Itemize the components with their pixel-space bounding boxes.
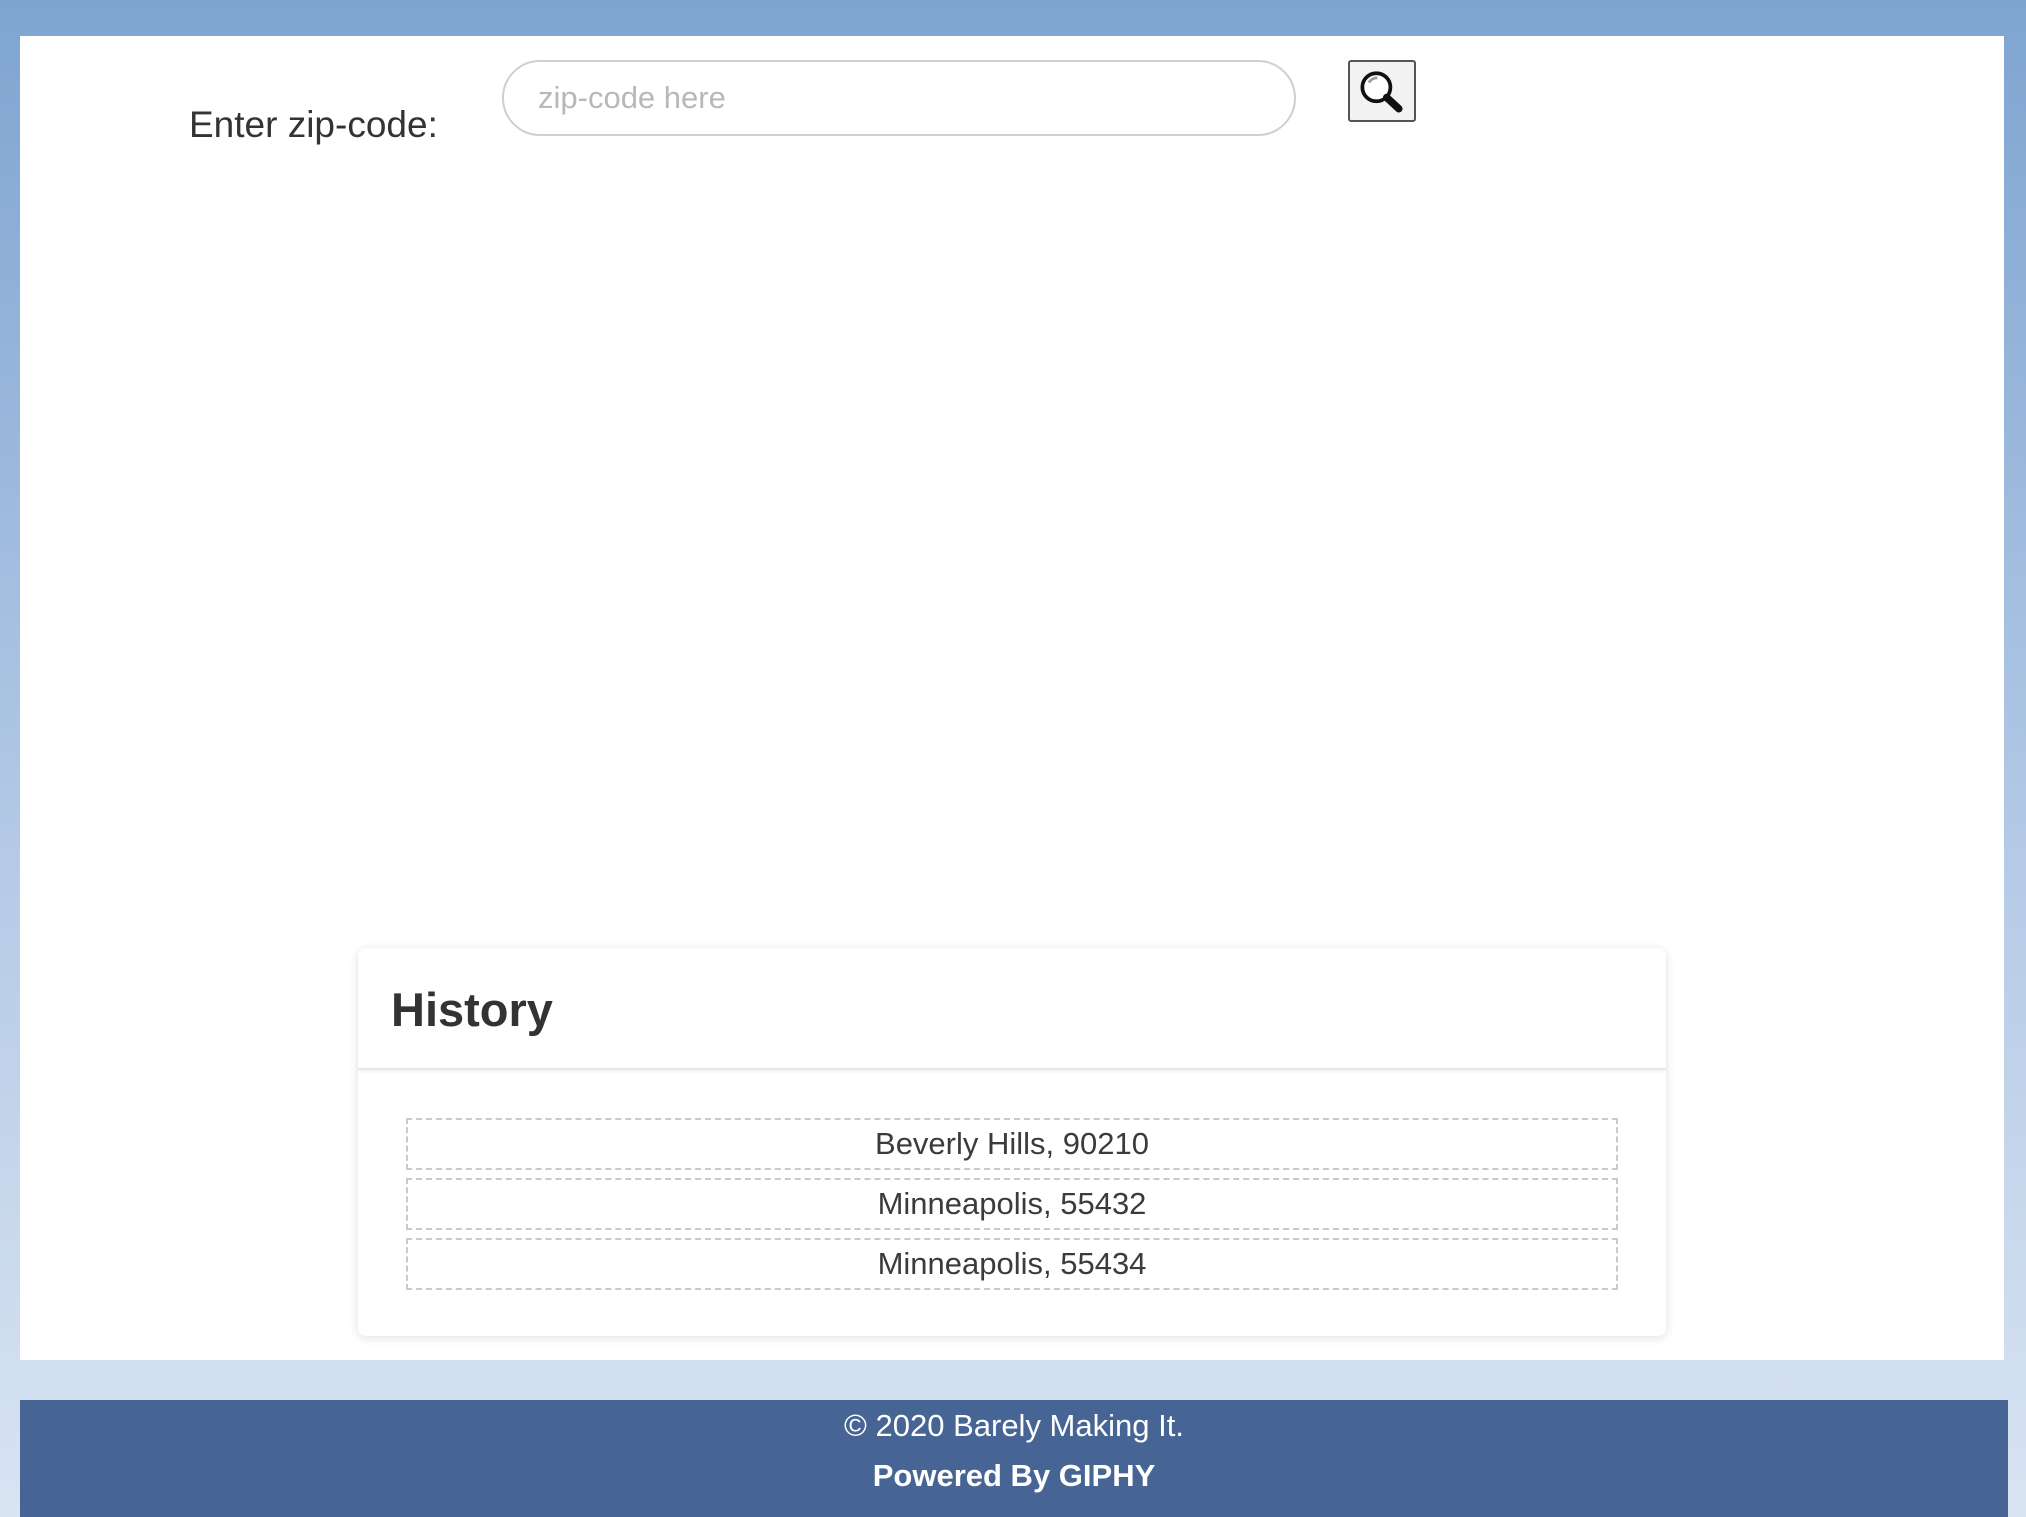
history-card: History Beverly Hills, 90210 Minneapolis… [358, 948, 1666, 1336]
history-list: Beverly Hills, 90210 Minneapolis, 55432 … [406, 1118, 1618, 1298]
history-item[interactable]: Minneapolis, 55434 [406, 1238, 1618, 1290]
page-background: Enter zip-code: History Beverly Hills, 9… [0, 0, 2026, 1517]
zip-code-input[interactable] [502, 60, 1296, 136]
zip-search-row: Enter zip-code: [20, 36, 2004, 176]
main-content-panel: Enter zip-code: History Beverly Hills, 9… [20, 36, 2004, 1360]
history-title: History [391, 983, 553, 1036]
history-item[interactable]: Minneapolis, 55432 [406, 1178, 1618, 1230]
history-header: History [358, 948, 1666, 1070]
zip-code-label: Enter zip-code: [189, 104, 438, 145]
history-item[interactable]: Beverly Hills, 90210 [406, 1118, 1618, 1170]
footer: © 2020 Barely Making It. Powered By GIPH… [20, 1400, 2008, 1517]
powered-by-giphy: Powered By GIPHY [872, 1458, 1156, 1493]
magnifying-glass-icon [1360, 71, 1403, 113]
footer-copyright: © 2020 Barely Making It. [844, 1408, 1184, 1443]
search-button[interactable] [1348, 60, 1416, 122]
